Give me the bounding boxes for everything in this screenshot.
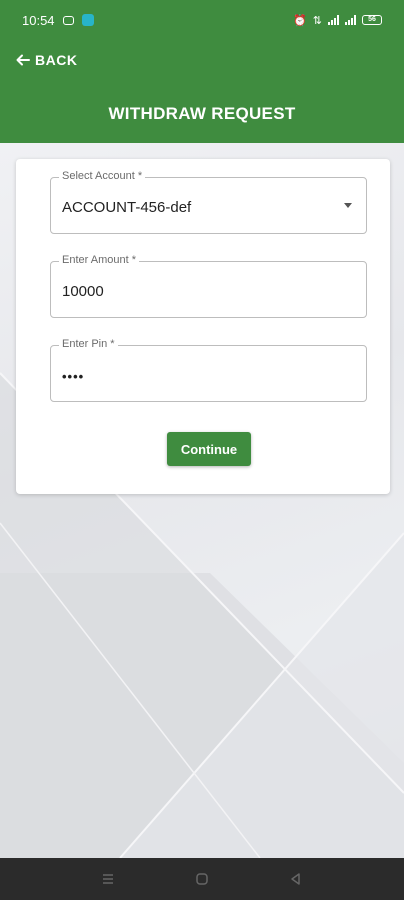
pin-value: •••• [62,369,85,384]
alarm-icon: ⏰ [293,14,307,27]
data-icon: ⇅ [312,14,322,27]
amount-value: 10000 [62,283,104,300]
menu-icon [103,874,113,884]
home-icon [196,873,208,885]
battery-icon: 56 [362,15,382,25]
amount-field[interactable]: Enter Amount * 10000 [50,254,367,318]
system-navigation-bar [0,858,404,900]
nav-home-button[interactable] [191,870,213,888]
nav-menu-button[interactable] [97,870,119,888]
amount-label: Enter Amount * [59,254,139,266]
back-button[interactable]: BACK [15,52,77,68]
notification-icon [62,15,74,25]
signal-icon-1 [328,15,339,25]
pin-label: Enter Pin * [59,338,118,350]
status-time: 10:54 [22,12,55,28]
pin-field[interactable]: Enter Pin * •••• [50,338,367,402]
page-title: WITHDRAW REQUEST [108,104,296,123]
chevron-down-icon[interactable] [344,203,352,208]
app-header: 10:54 ⏰ ⇅ 56 BACK WITHDRAW REQUEST [0,0,404,143]
back-label: BACK [35,52,78,68]
signal-icon-2 [345,15,356,25]
account-select[interactable]: Select Account * ACCOUNT-456-def [50,170,367,234]
withdraw-form-card: Select Account * ACCOUNT-456-def Enter A… [16,159,390,494]
triangle-back-icon [291,873,300,885]
continue-button[interactable]: Continue [167,432,251,466]
account-label: Select Account * [59,170,146,182]
app-notification-icon [81,14,94,26]
arrow-left-icon [16,54,30,66]
account-value: ACCOUNT-456-def [62,199,192,216]
nav-back-button[interactable] [285,870,307,888]
status-bar: 10:54 ⏰ ⇅ 56 [0,0,404,40]
